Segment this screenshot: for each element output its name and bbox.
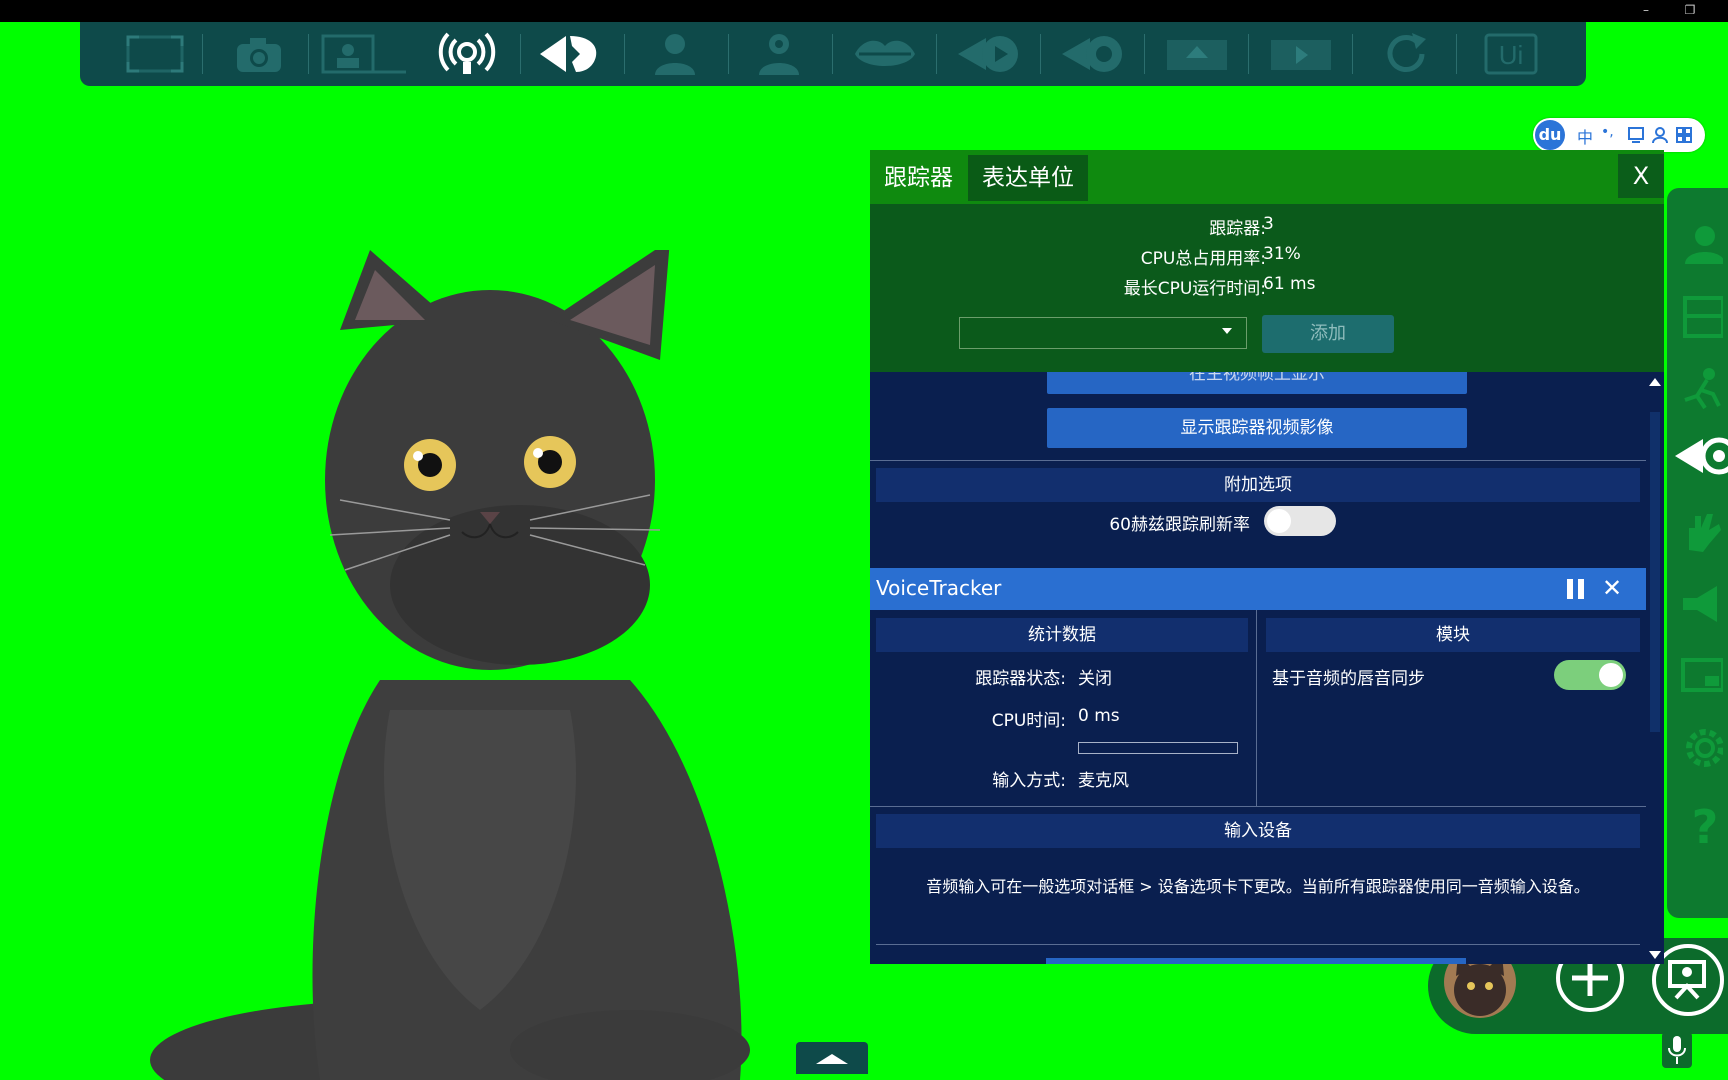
toolbar-divider xyxy=(308,34,309,74)
input-device-header: 输入设备 xyxy=(876,814,1640,848)
hand-icon[interactable] xyxy=(1673,504,1728,560)
toolbar-divider xyxy=(1248,34,1249,74)
keyboard-icon[interactable] xyxy=(1627,126,1645,144)
close-button[interactable]: X xyxy=(1618,154,1664,198)
camera-icon[interactable] xyxy=(220,30,298,78)
megaphone-icon[interactable] xyxy=(1673,576,1728,632)
input-device-note: 音频输入可在一般选项对话框 > 设备选项卡下更改。当前所有跟踪器使用同一音频输入… xyxy=(926,877,1590,896)
cpu-time-value: 0 ms xyxy=(1078,706,1120,726)
toolbar-divider xyxy=(202,34,203,74)
cpu-time-label: CPU时间: xyxy=(991,711,1066,731)
side-toolbar: ? xyxy=(1667,188,1728,918)
ime-punctuation[interactable]: •, xyxy=(1601,124,1614,140)
person-gear-icon[interactable] xyxy=(740,30,818,78)
fullscreen-icon[interactable] xyxy=(116,30,194,78)
voice-tracker-title: VoiceTracker xyxy=(876,576,1002,600)
lips-icon[interactable] xyxy=(846,30,924,78)
input-method-value: 麦克风 xyxy=(1078,771,1129,791)
chevron-up-icon xyxy=(816,1054,848,1064)
expand-toolbar-button[interactable] xyxy=(796,1042,868,1074)
grid-icon[interactable] xyxy=(1675,126,1693,144)
ime-logo[interactable]: du xyxy=(1535,120,1565,150)
chevron-up-icon[interactable] xyxy=(1646,372,1664,392)
toolbar-divider xyxy=(520,34,521,74)
input-device-section: 输入设备 音频输入可在一般选项对话框 > 设备选项卡下更改。当前所有跟踪器使用同… xyxy=(870,808,1646,964)
show-on-main-video-button[interactable]: 在主视频帧上显示 xyxy=(1047,372,1467,394)
show-tracker-video-button[interactable]: 显示跟踪器视频影像 xyxy=(1047,408,1467,448)
toolbar-divider xyxy=(1352,34,1353,74)
head-tracking-icon[interactable] xyxy=(1669,428,1728,484)
tracker-type-select[interactable] xyxy=(959,317,1247,349)
ime-toolbar: du 中 •, xyxy=(1533,118,1705,152)
tracker-status-label: 跟踪器状态: xyxy=(975,669,1066,689)
upload-icon[interactable] xyxy=(1158,30,1236,78)
max-cpu-value: 61 ms xyxy=(1263,274,1316,294)
eye-play-icon[interactable] xyxy=(950,30,1028,78)
refresh-60hz-label: 60赫兹跟踪刷新率 xyxy=(1109,515,1250,535)
modules-header: 模块 xyxy=(1266,618,1640,652)
input-method-label: 输入方式: xyxy=(992,771,1066,791)
chevron-down-icon xyxy=(1222,328,1232,334)
pose-icon[interactable] xyxy=(1673,360,1728,416)
divider xyxy=(876,944,1640,945)
help-icon[interactable]: ? xyxy=(1673,798,1728,854)
chevron-down-icon[interactable] xyxy=(1646,946,1664,964)
cpu-total-value: 31% xyxy=(1263,244,1301,264)
panel-tab-bar: 跟踪器 表达单位 X xyxy=(870,150,1664,204)
add-button[interactable]: 添加 xyxy=(1262,315,1394,353)
toolbar-divider xyxy=(728,34,729,74)
trackers-label: 跟踪器: xyxy=(1209,219,1266,239)
cat-avatar xyxy=(150,250,750,1080)
toolbar-divider xyxy=(1144,34,1145,74)
stats-header: 统计数据 xyxy=(876,618,1248,652)
toolbar-divider xyxy=(624,34,625,74)
video-icon[interactable] xyxy=(1262,30,1340,78)
cpu-total-label: CPU总占用用率: xyxy=(1140,249,1266,269)
pause-icon[interactable] xyxy=(1564,577,1588,601)
close-icon[interactable]: ✕ xyxy=(1602,574,1622,602)
scrollbar-down[interactable] xyxy=(1646,946,1664,964)
tab-trackers[interactable]: 跟踪器 xyxy=(870,155,967,201)
max-cpu-label: 最长CPU运行时间: xyxy=(1123,279,1266,299)
toolbar-divider xyxy=(1456,34,1457,74)
person-icon[interactable] xyxy=(1673,216,1728,272)
layout-icon[interactable] xyxy=(1673,288,1728,344)
scrollbar[interactable] xyxy=(1646,372,1664,964)
minimize-icon[interactable]: – xyxy=(1636,2,1656,18)
head-tracking-icon[interactable] xyxy=(530,30,608,78)
audio-lipsync-label: 基于音频的唇音同步 xyxy=(1272,669,1425,689)
trackers-value: 3 xyxy=(1263,214,1274,234)
restore-icon[interactable]: ❐ xyxy=(1680,2,1700,18)
scrollbar-thumb[interactable] xyxy=(1650,412,1660,732)
divider xyxy=(870,460,1646,461)
next-button-edge[interactable] xyxy=(1046,958,1466,964)
svg-text:Ui: Ui xyxy=(1499,40,1524,70)
toolbar-divider xyxy=(832,34,833,74)
voice-tracker-header: VoiceTracker ✕ xyxy=(870,568,1664,610)
tab-expression-units[interactable]: 表达单位 xyxy=(968,155,1088,201)
monitor-icon[interactable] xyxy=(1673,648,1728,704)
ui-icon[interactable]: Ui xyxy=(1472,30,1550,78)
eye-record-icon[interactable] xyxy=(1054,30,1132,78)
extra-options-header: 附加选项 xyxy=(876,468,1640,502)
divider xyxy=(1256,610,1257,806)
broadcast-icon[interactable] xyxy=(428,30,506,78)
svg-text:?: ? xyxy=(1692,801,1719,851)
settings-gear-icon[interactable] xyxy=(1673,720,1728,776)
divider xyxy=(870,806,1646,807)
microphone-icon[interactable] xyxy=(1662,1032,1692,1068)
refresh-60hz-toggle[interactable] xyxy=(1264,506,1336,536)
toolbar-divider xyxy=(936,34,937,74)
audio-lipsync-toggle[interactable] xyxy=(1554,660,1626,690)
window-title-bar: – ❐ xyxy=(0,0,1728,22)
ime-language[interactable]: 中 xyxy=(1577,124,1593,148)
refresh-icon[interactable] xyxy=(1368,30,1446,78)
person-icon[interactable] xyxy=(636,30,714,78)
picture-frame-icon[interactable] xyxy=(320,30,410,78)
cpu-time-bar xyxy=(1078,742,1238,754)
user-icon[interactable] xyxy=(1651,126,1669,144)
top-toolbar: Ui xyxy=(80,22,1586,86)
tracker-status-value: 关闭 xyxy=(1078,669,1112,689)
toolbar-divider xyxy=(1040,34,1041,74)
